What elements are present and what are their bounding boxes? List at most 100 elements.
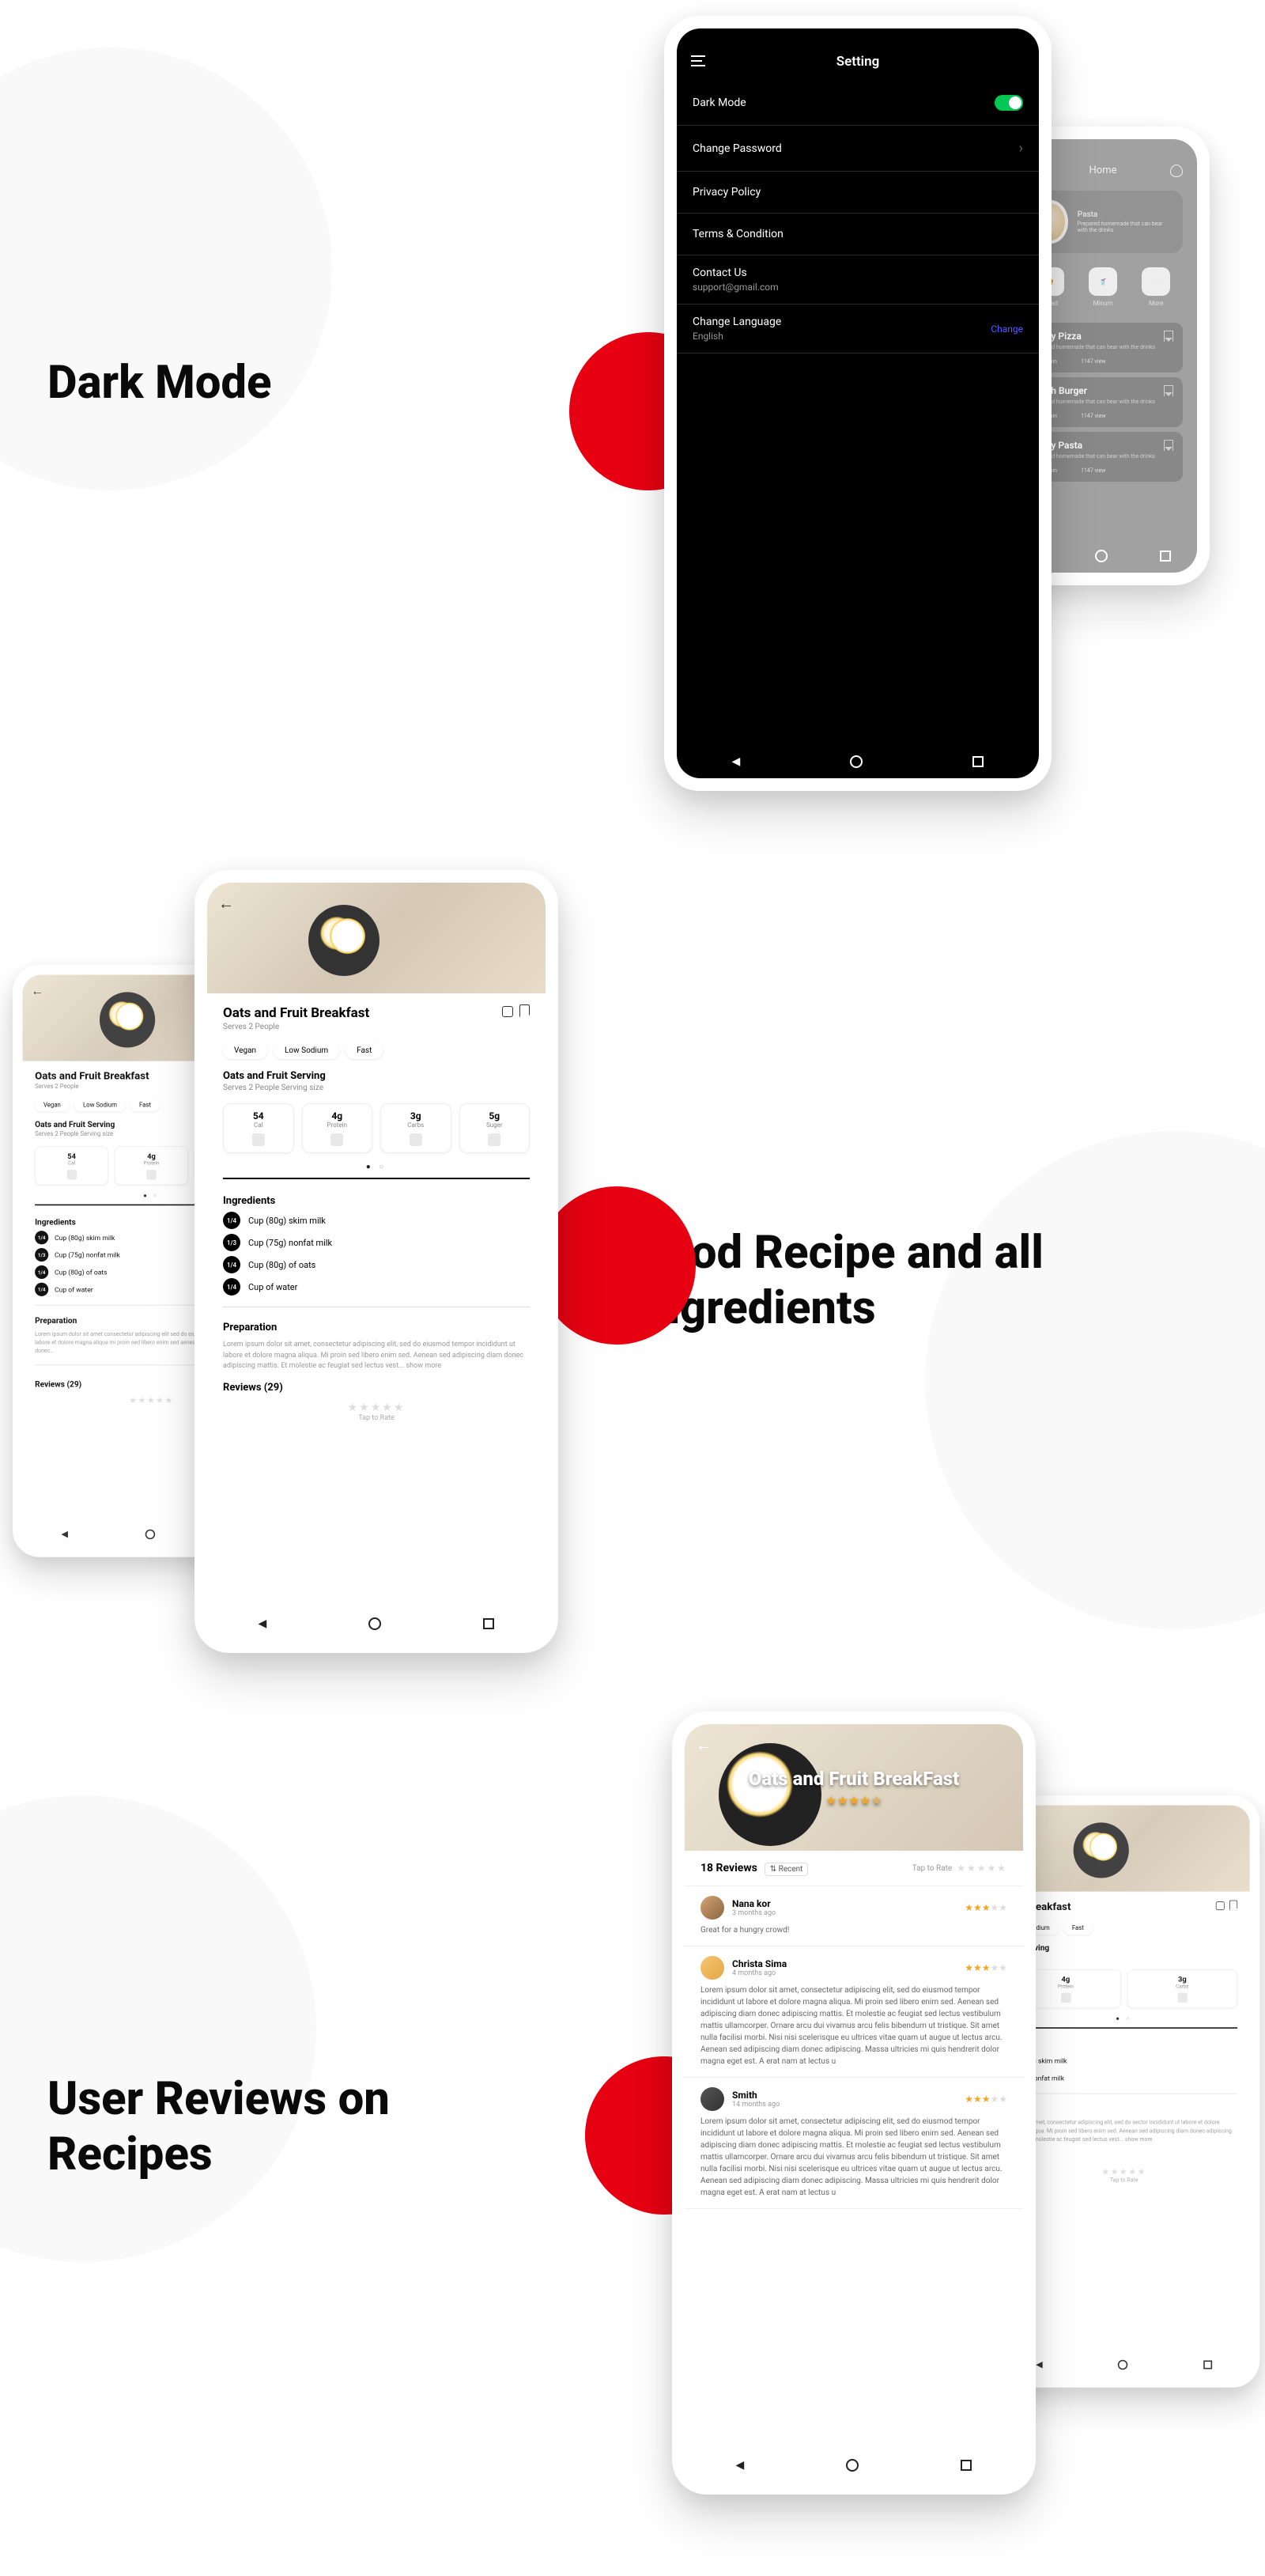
bell-icon[interactable] (1170, 165, 1183, 177)
rating-stars-input[interactable]: ★★★★★ (957, 1863, 1007, 1874)
review-rating: ★★★★★ (965, 2094, 1007, 2105)
home-title: Home (1089, 165, 1117, 176)
recipe-name: Oats and Fruit Breakfast (223, 1005, 369, 1021)
avatar[interactable] (700, 1956, 724, 1980)
setting-contact-us[interactable]: Contact Us support@gmail.com (677, 255, 1039, 305)
reviews-heading[interactable]: Reviews (29) (223, 1382, 530, 1394)
change-language-link[interactable]: Change (991, 323, 1023, 335)
recipe-title: Spicy Pasta (1033, 440, 1173, 451)
back-arrow-icon[interactable]: ← (696, 1735, 712, 1755)
review-text: Great for a hungry crowd! (700, 1924, 1007, 1936)
rating-stars[interactable]: ★★★★★ (223, 1401, 530, 1414)
category-item[interactable]: 🥤Minum (1089, 267, 1117, 307)
tag-vegan[interactable]: Vegan (35, 1099, 70, 1111)
back-button[interactable]: ◀ (732, 755, 741, 768)
home-button[interactable] (1095, 550, 1108, 562)
home-button[interactable] (145, 1530, 155, 1539)
avatar[interactable] (700, 2087, 724, 2111)
reviews-count: 18 Reviews (700, 1862, 757, 1874)
recents-button[interactable] (961, 2460, 972, 2471)
home-button[interactable] (368, 1617, 381, 1630)
dark-mode-toggle[interactable] (995, 95, 1023, 111)
preparation-heading: Preparation (223, 1322, 530, 1333)
setting-terms[interactable]: Terms & Condition (677, 214, 1039, 255)
serves-text: Serves 2 People (223, 1023, 530, 1031)
recipe-subtitle: Prepared homemade that can bear with the… (1033, 344, 1173, 350)
android-nav-bar: ◀ (685, 2449, 1023, 2482)
chevron-right-icon: › (1019, 140, 1023, 157)
review-item: Smith 14 months ago ★★★★★ Lorem ipsum do… (685, 2078, 1023, 2209)
setting-change-language[interactable]: Change Language English Change (677, 305, 1039, 354)
home-button[interactable] (846, 2459, 859, 2472)
review-item: Nana kor 3 months ago ★★★★★ Great for a … (685, 1886, 1023, 1946)
back-button[interactable]: ◀ (259, 1617, 267, 1630)
tag-low-sodium[interactable]: Low Sodium (74, 1099, 126, 1111)
category-item[interactable]: ⋮⋮More (1142, 267, 1170, 307)
tag-low-sodium[interactable]: Low Sodium (274, 1042, 339, 1059)
avatar[interactable] (700, 1896, 724, 1920)
back-button[interactable]: ◀ (736, 2459, 745, 2472)
nutrition-card: 54Cal (35, 1146, 108, 1185)
nutrition-cal: 54Cal (223, 1103, 294, 1153)
setting-change-password[interactable]: Change Password › (677, 126, 1039, 172)
serving-title: Oats and Fruit Serving (223, 1070, 530, 1082)
reviewer-name: Smith (732, 2090, 780, 2101)
review-rating: ★★★★★ (965, 1962, 1007, 1973)
featured-title: Pasta (1078, 210, 1173, 219)
ingredient-row: 1/4Cup (80g) skim milk (223, 1212, 530, 1229)
setting-privacy-policy[interactable]: Privacy Policy (677, 172, 1039, 214)
drink-icon: 🥤 (1089, 267, 1117, 296)
bookmark-icon[interactable] (1229, 1901, 1237, 1910)
back-arrow-icon[interactable]: ← (218, 894, 234, 914)
nutrition-card: 4gProtein (115, 1146, 188, 1185)
review-text: Lorem ipsum dolor sit amet, consectetur … (700, 1984, 1007, 2067)
reviewer-name: Christa Sima (732, 1958, 787, 1969)
ingredient-row: 1/4Cup (80g) of oats (223, 1256, 530, 1273)
recents-button[interactable] (483, 1618, 494, 1629)
recipe-title: Fresh Burger (1033, 385, 1173, 396)
reviews-screen: ← Oats and Fruit BreakFast ★★★★★ 18 Revi… (685, 1724, 1023, 2482)
recipe-screen: ← Oats and Fruit Breakfast Serves 2 Peop… (207, 883, 546, 1640)
more-icon: ⋮⋮ (1142, 267, 1170, 296)
android-nav-bar: ◀ (677, 745, 1039, 778)
tag-vegan[interactable]: Vegan (223, 1042, 267, 1059)
recents-button[interactable] (1160, 550, 1171, 562)
featured-subtitle: Prepared homemade that can bear with the… (1078, 221, 1173, 233)
bookmark-icon[interactable] (1164, 331, 1173, 342)
review-time: 4 months ago (732, 1969, 787, 1977)
contact-email: support@gmail.com (693, 282, 779, 293)
review-time: 3 months ago (732, 1909, 776, 1917)
share-icon[interactable] (502, 1006, 513, 1017)
back-arrow-icon[interactable]: ← (31, 983, 43, 999)
review-time: 14 months ago (732, 2101, 780, 2109)
reviewer-name: Nana kor (732, 1898, 776, 1909)
back-button[interactable]: ◀ (62, 1530, 68, 1539)
recipe-subtitle: Prepared homemade that can bear with the… (1033, 453, 1173, 460)
home-button[interactable] (850, 755, 863, 768)
nutrition-card: 3gCarbs (1127, 1969, 1238, 2008)
recents-button[interactable] (972, 756, 984, 767)
review-text: Lorem ipsum dolor sit amet, consectetur … (700, 2116, 1007, 2199)
recipe-hero-image: ← Oats and Fruit BreakFast ★★★★★ (685, 1724, 1023, 1851)
share-icon[interactable] (1216, 1901, 1225, 1910)
bookmark-icon[interactable] (1164, 440, 1173, 451)
section-heading: User Reviews on Recipes (47, 2072, 522, 2182)
ingredients-heading: Ingredients (223, 1195, 530, 1207)
recipe-hero-image (998, 1805, 1249, 1891)
bookmark-icon[interactable] (1164, 385, 1173, 396)
tag-fast[interactable]: Fast (130, 1099, 160, 1111)
page-title: Setting (836, 54, 880, 70)
section-heading: Dark Mode (47, 356, 272, 411)
tap-to-rate-label: Tap to Rate (223, 1414, 530, 1422)
tag-fast[interactable]: Fast (346, 1042, 383, 1059)
settings-header: Setting (677, 46, 1039, 81)
sort-button[interactable]: ⇅ Recent (765, 1863, 809, 1876)
android-nav-bar: ◀ (207, 1607, 546, 1640)
preparation-text: Lorem ipsum dolor sit amet, consectetur … (223, 1340, 530, 1372)
setting-dark-mode: Dark Mode (677, 81, 1039, 126)
bookmark-icon[interactable] (519, 1004, 530, 1017)
page-indicator: ● ○ (223, 1156, 530, 1178)
tag[interactable]: Fast (1063, 1922, 1093, 1935)
recipe-subtitle: Prepared homemade that can bear with the… (1033, 399, 1173, 405)
hamburger-icon[interactable] (691, 55, 705, 66)
